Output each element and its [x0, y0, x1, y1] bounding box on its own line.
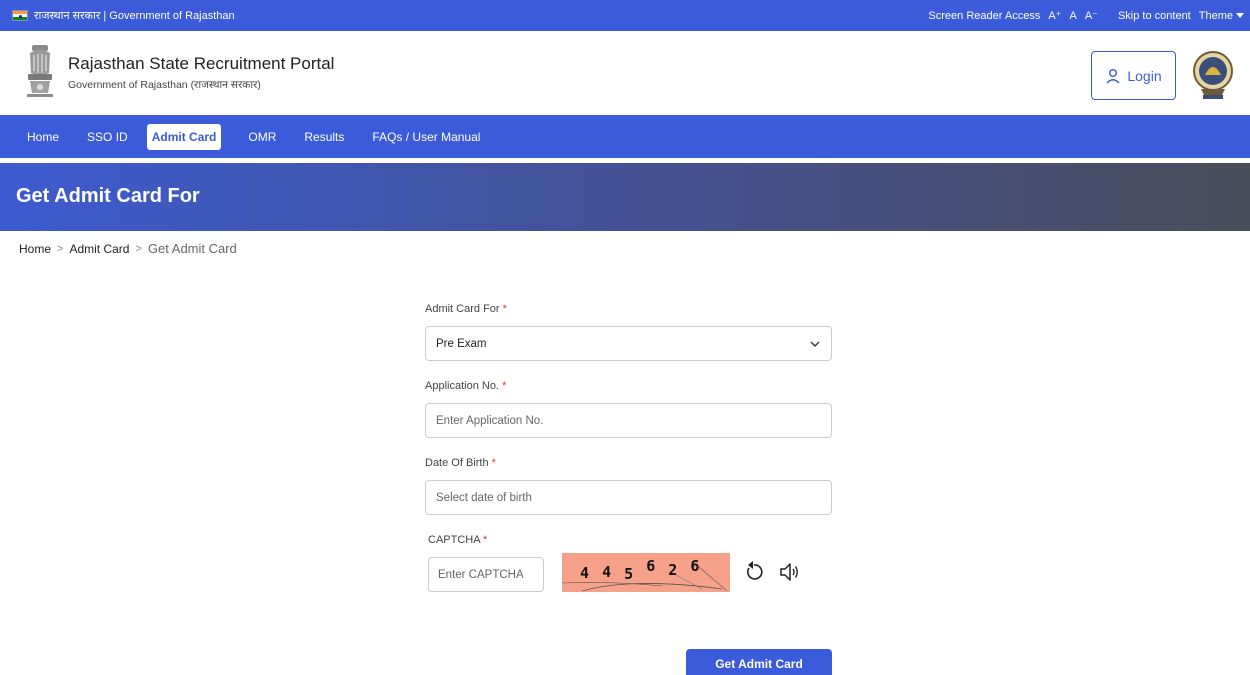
site-header: Rajasthan State Recruitment Portal Gover…	[0, 31, 1250, 115]
font-normal-button[interactable]: A	[1069, 10, 1076, 22]
required-mark: *	[483, 534, 488, 546]
get-admit-card-button[interactable]: Get Admit Card	[686, 649, 832, 675]
admit-for-label-text: Admit Card For	[425, 303, 500, 315]
admit-for-selected-value: Pre Exam	[436, 337, 487, 350]
screen-reader-link[interactable]: Screen Reader Access	[928, 10, 1040, 22]
breadcrumb-admit-card[interactable]: Admit Card	[69, 242, 129, 256]
application-no-label-text: Application No.	[425, 380, 499, 392]
dob-label: Date Of Birth *	[425, 457, 496, 469]
nav-sso-id[interactable]: SSO ID	[82, 124, 133, 150]
application-no-field	[425, 403, 832, 438]
nav-faqs[interactable]: FAQs / User Manual	[367, 124, 485, 150]
application-no-label: Application No. *	[425, 380, 506, 392]
nav-omr[interactable]: OMR	[243, 124, 281, 150]
captcha-label-text: CAPTCHA	[428, 534, 480, 546]
font-decrease-button[interactable]: A⁻	[1085, 9, 1098, 22]
page-banner: Get Admit Card For	[0, 163, 1250, 231]
captcha-digit: 2	[668, 561, 679, 579]
theme-label: Theme	[1198, 9, 1233, 22]
government-top-bar: राजस्थान सरकार | Government of Rajasthan…	[0, 0, 1250, 31]
required-mark: *	[491, 457, 496, 469]
nav-home[interactable]: Home	[22, 124, 64, 150]
india-flag-icon	[12, 10, 28, 21]
captcha-digit: 5	[624, 565, 635, 583]
admit-for-label: Admit Card For *	[425, 303, 507, 315]
theme-dropdown[interactable]: Theme	[1199, 10, 1244, 22]
accessibility-controls: Screen Reader Access A⁺ A A⁻ Skip to con…	[928, 9, 1250, 22]
required-mark: *	[502, 303, 507, 315]
main-nav: Home SSO ID Admit Card OMR Results FAQs …	[0, 115, 1250, 158]
dob-input[interactable]	[436, 491, 821, 504]
application-no-input[interactable]	[436, 414, 821, 427]
nav-results[interactable]: Results	[299, 124, 349, 150]
captcha-image: 4 4 5 6 2 6	[562, 553, 730, 592]
required-mark: *	[502, 380, 507, 392]
captcha-digit: 4	[602, 563, 613, 581]
breadcrumb-current: Get Admit Card	[147, 241, 237, 256]
captcha-label: CAPTCHA *	[428, 534, 487, 546]
breadcrumb: Home > Admit Card > Get Admit Card	[19, 241, 237, 256]
page-title: Get Admit Card For	[16, 185, 200, 207]
login-button[interactable]: Login	[1091, 51, 1176, 100]
portal-title: Rajasthan State Recruitment Portal	[68, 54, 335, 73]
admit-for-select[interactable]: Pre Exam	[425, 326, 832, 361]
dob-label-text: Date Of Birth	[425, 457, 489, 469]
captcha-digit: 4	[580, 564, 591, 582]
portal-subtitle: Government of Rajasthan (राजस्थान सरकार)	[68, 79, 261, 91]
breadcrumb-home[interactable]: Home	[19, 242, 51, 256]
national-emblem-icon	[27, 45, 53, 97]
captcha-digits: 4 4 5 6 2 6	[580, 557, 702, 583]
chevron-down-icon	[810, 341, 820, 347]
nav-admit-card[interactable]: Admit Card	[146, 123, 222, 150]
login-label: Login	[1127, 67, 1162, 84]
captcha-digit: 6	[646, 557, 657, 575]
audio-speaker-icon[interactable]	[778, 560, 800, 584]
captcha-digit: 6	[690, 557, 701, 575]
dob-field	[425, 480, 832, 515]
caret-down-icon	[1236, 12, 1244, 18]
user-icon	[1106, 68, 1120, 83]
skip-to-content-link[interactable]: Skip to content	[1118, 10, 1191, 22]
refresh-icon[interactable]	[743, 560, 765, 584]
breadcrumb-separator: >	[57, 242, 64, 255]
font-increase-button[interactable]: A⁺	[1048, 9, 1061, 22]
captcha-field	[428, 557, 544, 592]
gov-label: राजस्थान सरकार | Government of Rajasthan	[34, 10, 235, 22]
rajasthan-emblem-icon	[1193, 51, 1233, 99]
breadcrumb-separator: >	[135, 242, 142, 255]
gov-identity: राजस्थान सरकार | Government of Rajasthan	[0, 8, 235, 23]
captcha-input[interactable]	[438, 568, 534, 581]
